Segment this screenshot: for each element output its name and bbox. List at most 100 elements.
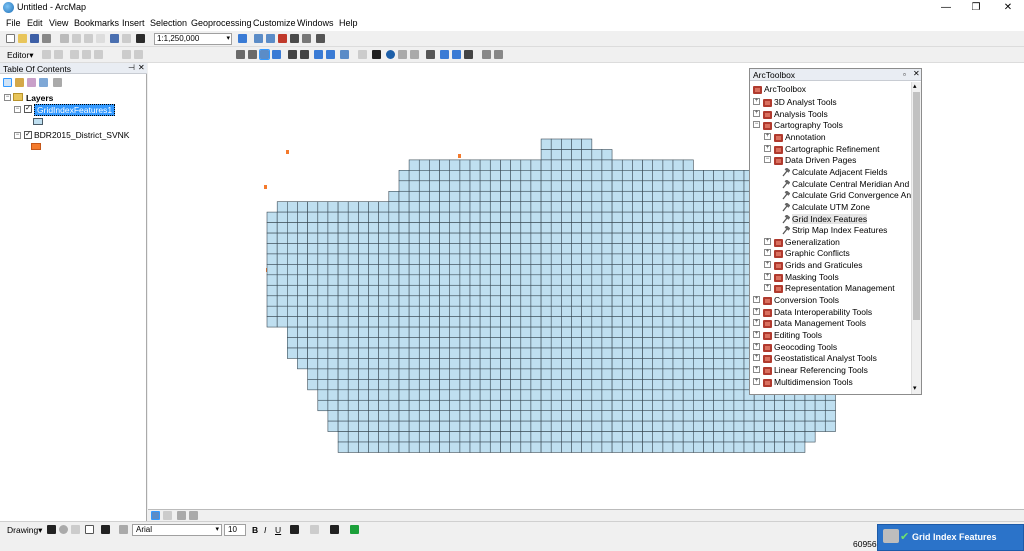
restore-icon[interactable]: ▫ bbox=[903, 70, 906, 79]
toolbox-item-calculate-central-meridian-and-p[interactable]: Calculate Central Meridian And P bbox=[792, 179, 911, 189]
close-button[interactable]: ✕ bbox=[993, 0, 1023, 15]
drawing-menu[interactable]: Drawing▾ bbox=[7, 525, 42, 536]
toolbox-item-cartographic-refinement[interactable]: Cartographic Refinement bbox=[785, 144, 880, 154]
hyperlink-icon[interactable] bbox=[398, 50, 407, 59]
underline-button[interactable]: U bbox=[275, 525, 281, 535]
measure-icon[interactable] bbox=[426, 50, 435, 59]
toolbox-item-calculate-grid-convergence-ang[interactable]: Calculate Grid Convergence Ang bbox=[792, 190, 911, 200]
geoprocessing-notification[interactable]: ✔ Grid Index Features bbox=[877, 524, 1024, 551]
tree-expander-icon[interactable]: + bbox=[753, 307, 760, 315]
menu-help[interactable]: Help bbox=[339, 18, 358, 28]
tree-expander-icon[interactable]: + bbox=[764, 132, 771, 140]
toolbox-item-generalization[interactable]: Generalization bbox=[785, 237, 840, 247]
rectangle-icon[interactable] bbox=[85, 525, 94, 534]
toolbox-item-data-driven-pages[interactable]: Data Driven Pages bbox=[785, 155, 856, 165]
tree-expander-icon[interactable]: + bbox=[753, 342, 760, 350]
open-icon[interactable] bbox=[18, 34, 27, 43]
toolbox-item-grid-index-features[interactable]: Grid Index Features bbox=[792, 213, 868, 224]
zoom-in-icon[interactable] bbox=[236, 50, 245, 59]
arctoolbox-icon[interactable] bbox=[278, 34, 287, 43]
toolbox-item-masking-tools[interactable]: Masking Tools bbox=[785, 272, 839, 282]
toolbox-item-grids-and-graticules[interactable]: Grids and Graticules bbox=[785, 260, 862, 270]
pin-icon[interactable]: ⊣ bbox=[128, 63, 135, 72]
add-data-icon[interactable] bbox=[136, 34, 145, 43]
back-extent-icon[interactable] bbox=[314, 50, 323, 59]
font-color-icon[interactable] bbox=[290, 525, 299, 534]
fixed-zoom-out-icon[interactable] bbox=[300, 50, 309, 59]
tree-expander-icon[interactable]: + bbox=[764, 249, 771, 257]
tree-expander-icon[interactable]: − bbox=[753, 121, 760, 129]
endpoint-arc-icon[interactable] bbox=[82, 50, 91, 59]
toolbox-item-annotation[interactable]: Annotation bbox=[785, 132, 826, 142]
layer-visibility-checkbox[interactable]: ✓ bbox=[24, 131, 32, 139]
arctoolbox-root-label[interactable]: ArcToolbox bbox=[764, 84, 806, 94]
forward-extent-icon[interactable] bbox=[326, 50, 335, 59]
edit-vertices-icon[interactable] bbox=[119, 525, 128, 534]
layer-collapse-icon[interactable]: − bbox=[14, 132, 21, 139]
pan-icon[interactable] bbox=[259, 49, 270, 60]
catalog-icon[interactable] bbox=[266, 34, 275, 43]
font-name-combo[interactable]: Arial ▾ bbox=[132, 524, 222, 536]
tree-expander-icon[interactable]: + bbox=[753, 319, 760, 327]
zoom-out-icon[interactable] bbox=[248, 50, 257, 59]
full-extent-icon[interactable] bbox=[272, 50, 281, 59]
split-icon[interactable] bbox=[122, 50, 131, 59]
toolbox-item-linear-referencing-tools[interactable]: Linear Referencing Tools bbox=[774, 365, 868, 375]
toolbox-item-calculate-utm-zone[interactable]: Calculate UTM Zone bbox=[792, 202, 870, 212]
copy-icon[interactable] bbox=[72, 34, 81, 43]
scroll-up-icon[interactable]: ▴ bbox=[913, 82, 917, 90]
marker-color-icon[interactable] bbox=[350, 525, 359, 534]
tree-expander-icon[interactable]: + bbox=[753, 331, 760, 338]
line-color-icon[interactable] bbox=[330, 525, 339, 534]
menu-file[interactable]: File bbox=[6, 18, 21, 28]
tree-expander-icon[interactable]: + bbox=[764, 261, 771, 269]
bold-button[interactable]: B bbox=[252, 525, 258, 535]
tree-expander-icon[interactable]: + bbox=[764, 272, 771, 280]
save-icon[interactable] bbox=[30, 34, 39, 43]
toolbox-item-multidimension-tools[interactable]: Multidimension Tools bbox=[774, 377, 853, 387]
layer-collapse-icon[interactable]: − bbox=[14, 106, 21, 113]
redo-icon[interactable] bbox=[122, 34, 131, 43]
text-icon[interactable] bbox=[101, 525, 110, 534]
list-by-source-icon[interactable] bbox=[15, 78, 24, 87]
undo-icon[interactable] bbox=[110, 34, 119, 43]
menu-view[interactable]: View bbox=[49, 18, 68, 28]
help-icon[interactable] bbox=[316, 34, 325, 43]
fill-color-icon[interactable] bbox=[310, 525, 319, 534]
print-icon[interactable] bbox=[42, 34, 51, 43]
tree-expander-icon[interactable]: − bbox=[764, 156, 771, 164]
close-icon[interactable]: ✕ bbox=[913, 69, 920, 78]
menu-edit[interactable]: Edit bbox=[27, 18, 43, 28]
select-elements-icon[interactable] bbox=[372, 50, 381, 59]
select-elements-icon[interactable] bbox=[47, 525, 56, 534]
close-icon[interactable]: ✕ bbox=[138, 63, 145, 72]
trace-icon[interactable] bbox=[94, 50, 103, 59]
minimize-button[interactable]: — bbox=[931, 0, 961, 15]
tree-expander-icon[interactable]: + bbox=[753, 377, 760, 385]
tree-expander-icon[interactable]: + bbox=[753, 109, 760, 117]
time-slider-icon[interactable] bbox=[482, 50, 491, 59]
italic-button[interactable]: I bbox=[264, 525, 266, 535]
zoom-whole-page-icon[interactable] bbox=[71, 525, 80, 534]
toolbox-item-data-management-tools[interactable]: Data Management Tools bbox=[774, 318, 866, 328]
list-by-selection-icon[interactable] bbox=[39, 78, 48, 87]
menu-insert[interactable]: Insert bbox=[122, 18, 145, 28]
menu-bookmarks[interactable]: Bookmarks bbox=[74, 18, 119, 28]
maximize-button[interactable]: ❐ bbox=[961, 0, 991, 15]
go-to-xy-icon[interactable] bbox=[464, 50, 473, 59]
edit-annotation-icon[interactable] bbox=[54, 50, 63, 59]
layer-name-gridindexfeatures1[interactable]: GridIndexFeatures1 bbox=[34, 104, 116, 116]
toolbox-item-geostatistical-analyst-tools[interactable]: Geostatistical Analyst Tools bbox=[774, 353, 877, 363]
toolbox-item-calculate-adjacent-fields[interactable]: Calculate Adjacent Fields bbox=[792, 167, 887, 177]
delete-icon[interactable] bbox=[96, 34, 105, 43]
tree-expander-icon[interactable]: + bbox=[764, 284, 771, 292]
tree-expander-icon[interactable]: + bbox=[764, 237, 771, 245]
menu-geoprocessing[interactable]: Geoprocessing bbox=[191, 18, 252, 28]
tree-expander-icon[interactable]: + bbox=[764, 144, 771, 152]
toolbox-item-cartography-tools[interactable]: Cartography Tools bbox=[774, 120, 843, 130]
create-viewer-window-icon[interactable] bbox=[494, 50, 503, 59]
toolbox-item-analysis-tools[interactable]: Analysis Tools bbox=[774, 109, 828, 119]
arctoolbox-scrollbar[interactable]: ▴ ▾ bbox=[911, 82, 921, 394]
menu-customize[interactable]: Customize bbox=[253, 18, 296, 28]
rotate-icon[interactable] bbox=[134, 50, 143, 59]
